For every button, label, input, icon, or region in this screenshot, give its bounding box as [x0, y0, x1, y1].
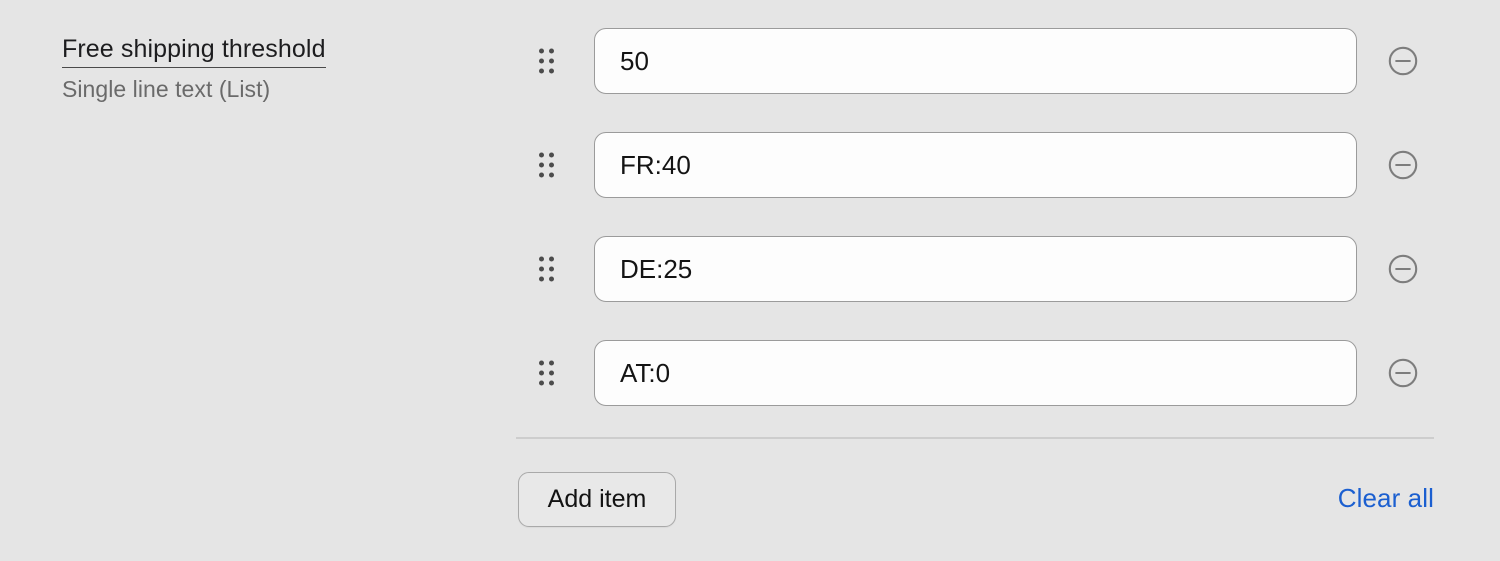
remove-circle-icon: [1386, 356, 1420, 390]
remove-item-button[interactable]: [1386, 148, 1420, 182]
drag-handle-icon[interactable]: [537, 150, 556, 181]
list-item: [0, 132, 1500, 198]
list-item: [0, 28, 1500, 94]
drag-handle-icon[interactable]: [537, 46, 556, 77]
remove-circle-icon: [1386, 148, 1420, 182]
list-footer: Add item Clear all: [516, 471, 1434, 529]
remove-item-button[interactable]: [1386, 356, 1420, 390]
list-item-input[interactable]: [594, 132, 1357, 198]
list-item-input[interactable]: [594, 236, 1357, 302]
clear-all-link[interactable]: Clear all: [1338, 483, 1434, 514]
drag-handle-icon[interactable]: [537, 254, 556, 285]
list-item: [0, 236, 1500, 302]
list-item-input[interactable]: [594, 28, 1357, 94]
remove-circle-icon: [1386, 252, 1420, 286]
list-item: [0, 340, 1500, 406]
add-item-button[interactable]: Add item: [518, 472, 676, 527]
remove-item-button[interactable]: [1386, 252, 1420, 286]
list-item-input[interactable]: [594, 340, 1357, 406]
remove-item-button[interactable]: [1386, 44, 1420, 78]
drag-handle-icon[interactable]: [537, 358, 556, 389]
footer-divider: [516, 437, 1434, 439]
list-field-editor: Free shipping threshold Single line text…: [0, 0, 1500, 561]
remove-circle-icon: [1386, 44, 1420, 78]
list-items: [0, 28, 1500, 444]
